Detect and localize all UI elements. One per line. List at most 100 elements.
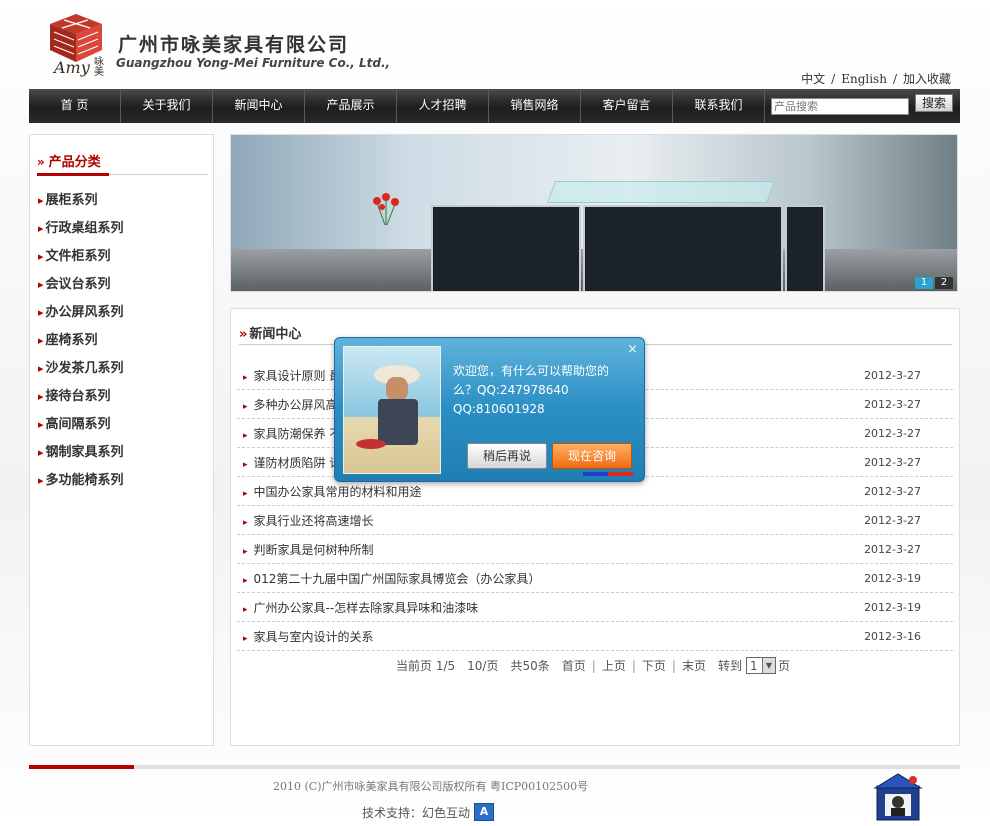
later-button[interactable]: 稍后再说 — [467, 443, 547, 469]
nav-sales-network[interactable]: 销售网络 — [489, 89, 581, 123]
separator: / — [831, 72, 836, 86]
news-date: 2012-3-16 — [864, 629, 921, 643]
banner-partition-panel — [583, 205, 783, 291]
banner-page-1[interactable]: 1 — [915, 277, 933, 289]
copyright-text: 2010 (C)广州市咏美家具有限公司版权所有 粤ICP00102500号 — [273, 780, 589, 793]
prev-page-link[interactable]: 上页 — [602, 657, 626, 674]
consult-now-button[interactable]: 现在咨询 — [552, 443, 632, 469]
pipe-separator: | — [591, 658, 596, 673]
tech-support-icon[interactable]: A — [474, 803, 495, 821]
news-date: 2012-3-27 — [864, 484, 921, 498]
search-input[interactable] — [771, 97, 909, 115]
search-box: 搜索 — [771, 94, 953, 115]
banner-page-2[interactable]: 2 — [935, 277, 953, 289]
news-link[interactable]: 中国办公家具常用的材料和用途 — [243, 483, 422, 500]
news-link[interactable]: 家具与室内设计的关系 — [243, 628, 374, 645]
news-link[interactable]: 多种办公屏风高 — [243, 396, 338, 413]
last-page-link[interactable]: 末页 — [682, 657, 706, 674]
category-item[interactable]: 钢制家具系列 — [38, 441, 124, 469]
category-item[interactable]: 会议台系列 — [38, 273, 124, 301]
news-link[interactable]: 谨防材质陷阱 请 — [243, 454, 342, 471]
news-link[interactable]: 家具设计原则 最 — [243, 367, 342, 384]
pagination: 当前页 1/5 10/页 共50条 首页 | 上页 | 下页 | 末页 转到 1… — [396, 657, 790, 674]
product-category-sidebar: » 产品分类 展柜系列 行政桌组系列 文件柜系列 会议台系列 办公屏风系列 座椅… — [29, 134, 214, 746]
nav-products[interactable]: 产品展示 — [305, 89, 397, 123]
nav-guestbook[interactable]: 客户留言 — [581, 89, 673, 123]
flower-icon — [373, 193, 399, 226]
next-page-link[interactable]: 下页 — [642, 657, 666, 674]
news-link[interactable]: 012第二十九届中国广州国际家具博览会（办公家具） — [243, 570, 541, 587]
police-badge-icon[interactable] — [873, 772, 923, 824]
banner-partition-panel — [785, 205, 825, 291]
news-date: 2012-3-27 — [864, 455, 921, 469]
title-underline — [37, 173, 109, 176]
news-link[interactable]: 判断家具是何树种所制 — [243, 541, 374, 558]
category-item[interactable]: 文件柜系列 — [38, 245, 124, 273]
news-row[interactable]: 家具行业还将高速增长 2012-3-27 — [237, 506, 953, 535]
tech-support-text[interactable]: 技术支持：幻色互动 — [362, 804, 470, 821]
online-chat-popup: × 欢迎您，有什么可以帮助您的么？QQ:247978640 QQ:8106019… — [334, 337, 645, 482]
double-arrow-icon: » — [37, 155, 45, 169]
dropdown-arrow-icon[interactable]: ▼ — [761, 658, 775, 673]
logo-amy-text: Amy — [54, 58, 90, 77]
category-item[interactable]: 高间隔系列 — [38, 413, 124, 441]
category-item[interactable]: 沙发茶几系列 — [38, 357, 124, 385]
lang-cn-link[interactable]: 中文 — [801, 72, 825, 86]
category-item[interactable]: 座椅系列 — [38, 329, 124, 357]
nav-home[interactable]: 首 页 — [29, 89, 121, 123]
chat-message: 欢迎您，有什么可以帮助您的么？QQ:247978640 QQ:810601928 — [453, 362, 623, 419]
chat-message-line: QQ:810601928 — [453, 402, 545, 416]
nav-about[interactable]: 关于我们 — [121, 89, 213, 123]
news-link[interactable]: 家具防潮保养 不 — [243, 425, 342, 442]
category-list: 展柜系列 行政桌组系列 文件柜系列 会议台系列 办公屏风系列 座椅系列 沙发茶几… — [38, 189, 124, 497]
sidebar-title-text: 产品分类 — [48, 155, 101, 170]
site-logo[interactable]: Amy 咏美 — [34, 14, 112, 78]
shoes-shape — [356, 439, 386, 449]
page-select[interactable]: 1 ▼ — [745, 657, 776, 674]
page-suffix: 页 — [777, 659, 790, 673]
nav-jobs[interactable]: 人才招聘 — [397, 89, 489, 123]
first-page-link[interactable]: 首页 — [562, 657, 586, 674]
office-banner-image[interactable]: 1 2 — [230, 134, 958, 292]
banner-glass-desk — [546, 181, 776, 203]
news-date: 2012-3-27 — [864, 368, 921, 382]
company-name-en: Guangzhou Yong-Mei Furniture Co., Ltd., — [116, 56, 391, 70]
news-row[interactable]: 012第二十九届中国广州国际家具博览会（办公家具） 2012-3-19 — [237, 564, 953, 593]
site-header: Amy 咏美 广州市咏美家具有限公司 Guangzhou Yong-Mei Fu… — [0, 0, 990, 90]
category-item[interactable]: 多功能椅系列 — [38, 469, 124, 497]
category-item[interactable]: 行政桌组系列 — [38, 217, 124, 245]
news-row[interactable]: 判断家具是何树种所制 2012-3-27 — [237, 535, 953, 564]
head-shape — [386, 377, 408, 401]
color-stripe — [583, 472, 633, 476]
lang-en-link[interactable]: English — [841, 72, 887, 86]
chat-message-line: 欢迎您，有什么可以帮助您的么？QQ:247978640 — [453, 364, 610, 397]
news-link[interactable]: 广州办公家具--怎样去除家具异味和油漆味 — [243, 599, 479, 616]
company-name-cn: 广州市咏美家具有限公司 — [118, 34, 350, 56]
search-button[interactable]: 搜索 — [915, 94, 953, 112]
banner-pager: 1 2 — [915, 277, 953, 289]
main-nav: 首 页 关于我们 新闻中心 产品展示 人才招聘 销售网络 客户留言 联系我们 搜… — [29, 89, 960, 123]
goto-label: 转到 — [717, 659, 742, 673]
category-item[interactable]: 办公屏风系列 — [38, 301, 124, 329]
language-links: 中文 / English / 加入收藏 — [798, 70, 954, 87]
tech-support: 技术支持：幻色互动 A — [362, 803, 495, 821]
category-item[interactable]: 展柜系列 — [38, 189, 124, 217]
pipe-separator: | — [671, 658, 676, 673]
category-item[interactable]: 接待台系列 — [38, 385, 124, 413]
close-icon[interactable]: × — [627, 342, 638, 357]
news-link[interactable]: 家具行业还将高速增长 — [243, 512, 374, 529]
separator: / — [892, 72, 897, 86]
news-row[interactable]: 广州办公家具--怎样去除家具异味和油漆味 2012-3-19 — [237, 593, 953, 622]
nav-contact[interactable]: 联系我们 — [673, 89, 765, 123]
news-row[interactable]: 家具与室内设计的关系 2012-3-16 — [237, 622, 953, 651]
news-date: 2012-3-19 — [864, 600, 921, 614]
page-total: 共50条 — [510, 659, 550, 673]
footer-divider — [29, 765, 960, 769]
nav-news[interactable]: 新闻中心 — [213, 89, 305, 123]
shirt-shape — [378, 399, 418, 445]
news-date: 2012-3-27 — [864, 397, 921, 411]
chat-photo — [343, 346, 441, 474]
news-date: 2012-3-27 — [864, 426, 921, 440]
cube-logo-icon — [50, 14, 102, 62]
add-favorite-link[interactable]: 加入收藏 — [903, 72, 951, 86]
